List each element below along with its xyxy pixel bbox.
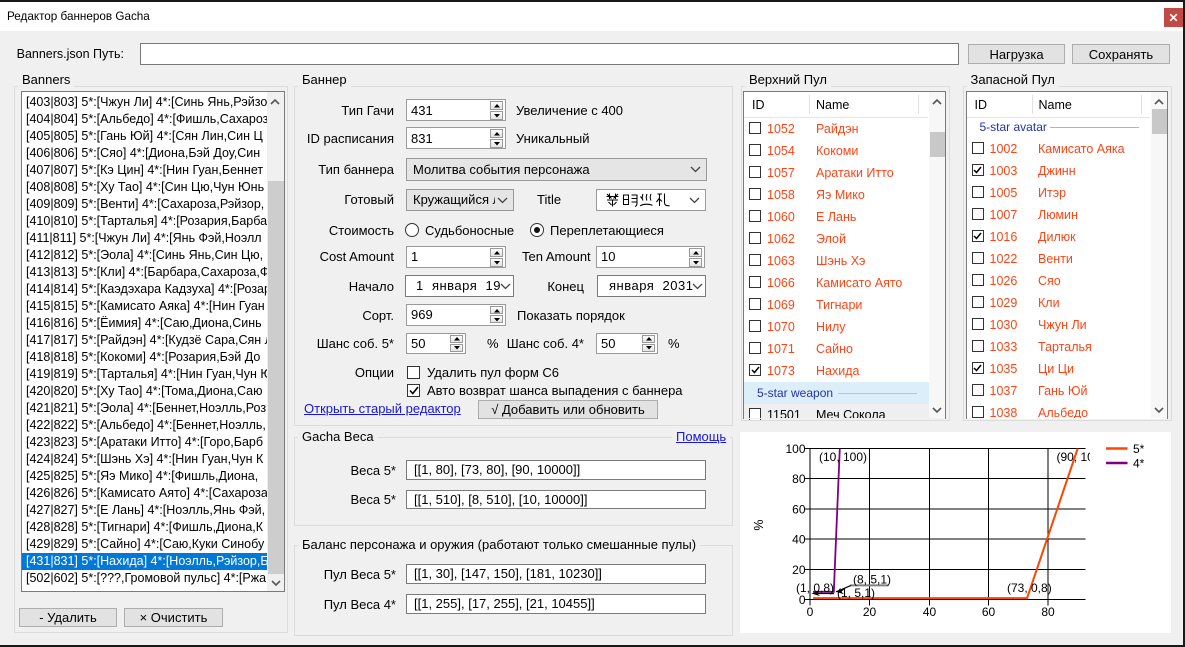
svg-text:60: 60 xyxy=(982,605,996,619)
svg-text:%: % xyxy=(752,519,766,530)
svg-text:0: 0 xyxy=(807,605,814,619)
svg-text:4*: 4* xyxy=(1133,456,1145,470)
svg-text:40: 40 xyxy=(792,532,806,546)
svg-text:40: 40 xyxy=(923,605,937,619)
svg-text:(73, 0,8): (73, 0,8) xyxy=(1007,581,1052,595)
svg-text:0: 0 xyxy=(799,593,806,607)
svg-text:80: 80 xyxy=(792,472,806,486)
svg-text:(90, 100): (90, 100) xyxy=(1057,450,1105,464)
svg-text:20: 20 xyxy=(792,562,806,576)
svg-text:(8, 5,1): (8, 5,1) xyxy=(853,572,891,586)
svg-text:5*: 5* xyxy=(1133,442,1145,456)
svg-text:80: 80 xyxy=(1041,605,1055,619)
svg-text:20: 20 xyxy=(863,605,877,619)
svg-text:(10, 100): (10, 100) xyxy=(819,450,867,464)
svg-text:60: 60 xyxy=(792,502,806,516)
svg-text:100: 100 xyxy=(785,442,805,456)
svg-text:(1, 0,8): (1, 0,8) xyxy=(796,581,834,595)
svg-text:(1, 5,1): (1, 5,1) xyxy=(837,586,875,600)
